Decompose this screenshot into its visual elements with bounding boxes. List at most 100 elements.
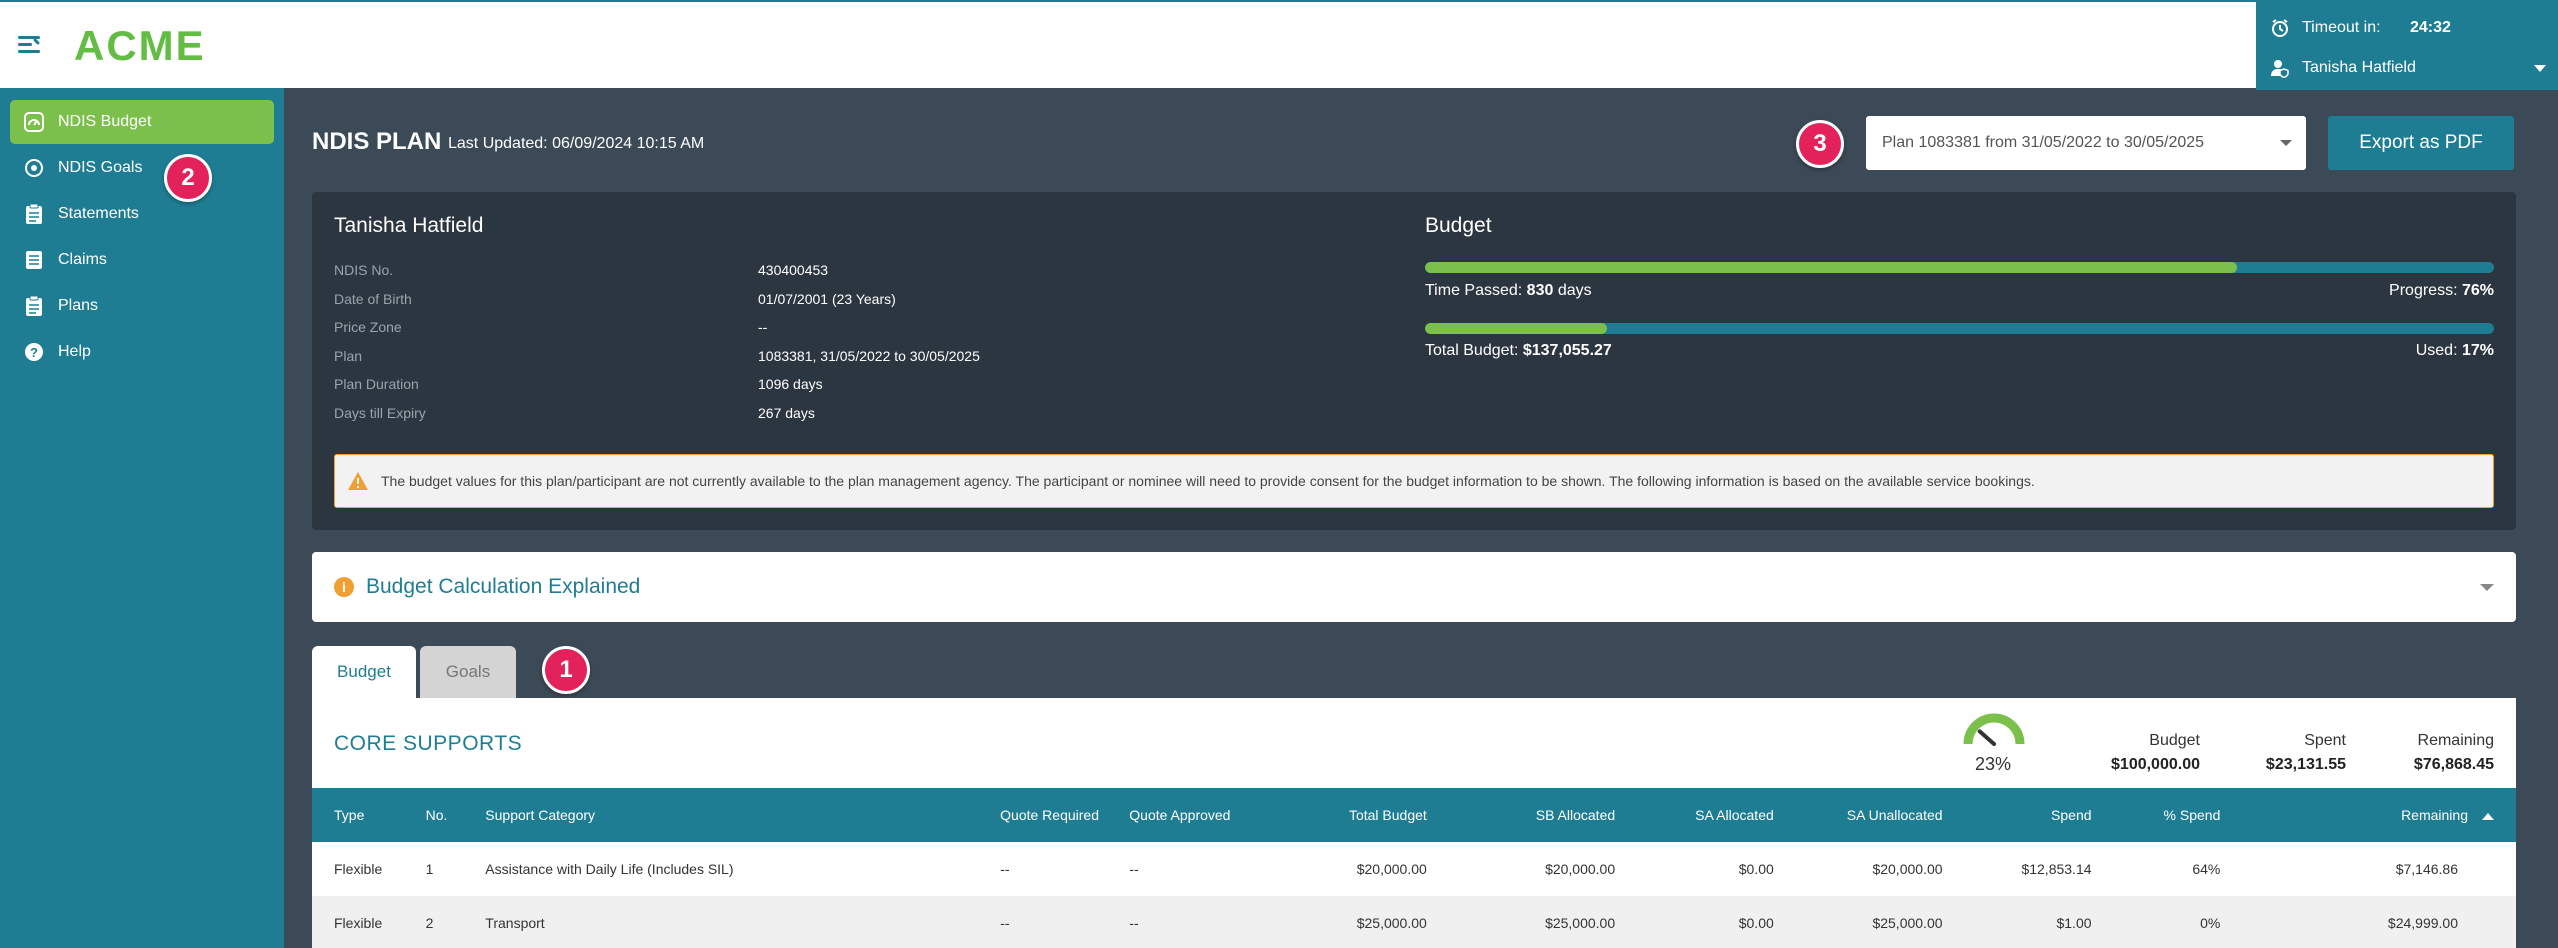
tab-budget[interactable]: Budget (312, 646, 416, 698)
session-panel: Timeout in: 24:32 Tanisha Hatfield (2256, 2, 2558, 90)
alarm-clock-icon (2272, 19, 2288, 37)
column-header[interactable]: Support Category (475, 788, 990, 842)
column-header[interactable]: SA Unallocated (1784, 788, 1953, 842)
sidebar-item-ndis-budget[interactable]: NDIS Budget (10, 100, 274, 144)
plan-info-panel: Tanisha Hatfield NDIS No. 430400453 Date… (312, 192, 2516, 530)
summary-label: Remaining (2417, 732, 2494, 749)
cell-category: Transport (485, 915, 545, 931)
summary-spent: Spent $23,131.55 (2266, 732, 2346, 774)
cell-no: 1 (425, 861, 434, 877)
field-value: 267 days (758, 405, 815, 421)
table-row[interactable]: Flexible 2 Transport -- -- $25,000.00 $2… (312, 896, 2516, 948)
progress-percent: Progress: 76% (2389, 282, 2494, 299)
menu-collapse-icon[interactable] (18, 36, 41, 54)
plan-select-value: Plan 1083381 from 31/05/2022 to 30/05/20… (1882, 134, 2205, 151)
sort-ascending-icon (2482, 812, 2494, 820)
sidebar: NDIS Budget NDIS Goals Statements Claims… (0, 88, 284, 948)
budget-title: Budget (1425, 214, 1492, 237)
column-header[interactable]: % Spend (2102, 788, 2231, 842)
sidebar-item-label: NDIS Goals (58, 159, 143, 176)
field-label: NDIS No. (334, 262, 394, 278)
callout-badge-2: 2 (164, 154, 212, 202)
field-value: 01/07/2001 (23 Years) (758, 291, 896, 307)
summary-remaining: Remaining $76,868.45 (2414, 732, 2494, 774)
table-row[interactable]: Flexible 1 Assistance with Daily Life (I… (312, 842, 2516, 896)
cell-sa-unallocated: $25,000.00 (1872, 915, 1943, 931)
column-header[interactable]: No. (416, 788, 476, 842)
column-header[interactable]: SB Allocated (1437, 788, 1625, 842)
sidebar-item-statements[interactable]: Statements (10, 192, 274, 236)
sidebar-item-help[interactable]: ? Help (10, 330, 274, 374)
column-header[interactable]: Total Budget (1288, 788, 1437, 842)
sidebar-item-label: Statements (58, 205, 139, 222)
summary-value: $76,868.45 (2413, 756, 2494, 773)
summary-value: $100,000.00 (2111, 756, 2200, 773)
callout-badge-1: 1 (542, 646, 590, 694)
sidebar-item-label: Plans (58, 297, 99, 314)
cell-no: 2 (425, 915, 434, 931)
chevron-down-icon (2534, 64, 2546, 72)
user-shield-icon (2271, 60, 2289, 78)
field-label: Days till Expiry (334, 405, 426, 421)
sidebar-item-label: Help (58, 343, 91, 360)
tab-goals[interactable]: Goals (420, 646, 516, 698)
sidebar-item-label: NDIS Budget (58, 113, 152, 130)
accordion-title: Budget Calculation Explained (366, 575, 641, 598)
column-header[interactable]: SA Allocated (1625, 788, 1784, 842)
summary-label: Budget (2149, 732, 2200, 749)
column-header[interactable]: Type (312, 788, 416, 842)
warning-text: The budget values for this plan/particip… (381, 473, 2035, 489)
user-menu[interactable]: Tanisha Hatfield (2256, 48, 2558, 88)
cell-type: Flexible (334, 915, 383, 931)
section-title: CORE SUPPORTS (334, 732, 523, 755)
export-pdf-button[interactable]: Export as PDF (2328, 116, 2514, 170)
cell-percent-spend: 64% (2192, 861, 2221, 877)
budget-used-fill (1425, 323, 1607, 334)
summary-label: Spent (2304, 732, 2346, 749)
field-value: -- (758, 319, 768, 335)
column-header-remaining[interactable]: Remaining (2230, 788, 2516, 842)
cell-spend: $1.00 (2056, 915, 2092, 931)
sidebar-item-claims[interactable]: Claims (10, 238, 274, 282)
time-progress-bar (1425, 262, 2494, 273)
summary-budget: Budget $100,000.00 (2111, 732, 2200, 774)
column-header[interactable]: Quote Required (990, 788, 1119, 842)
cell-total-budget: $25,000.00 (1356, 915, 1427, 931)
core-supports-table: Type No. Support Category Quote Required… (312, 788, 2516, 948)
time-progress-fill (1425, 262, 2238, 273)
timeout-row: Timeout in: 24:32 (2256, 8, 2558, 48)
field-label: Price Zone (334, 319, 402, 335)
budget-explained-accordion[interactable]: i Budget Calculation Explained (312, 552, 2516, 622)
warning-icon (348, 472, 368, 490)
user-name: Tanisha Hatfield (2302, 59, 2416, 76)
cell-percent-spend: 0% (2200, 915, 2221, 931)
clipboard-icon (24, 296, 44, 316)
app-logo: ACME (74, 22, 206, 69)
total-budget: Total Budget: $137,055.27 (1425, 342, 1612, 359)
last-updated: Last Updated: 06/09/2024 10:15 AM (448, 135, 705, 152)
gauge-needle (1977, 729, 1996, 746)
svg-text:?: ? (30, 345, 38, 360)
field-value: 430400453 (758, 262, 829, 278)
cell-category: Assistance with Daily Life (Includes SIL… (485, 861, 734, 877)
info-icon: i (334, 577, 354, 597)
field-label: Plan (334, 348, 363, 364)
gauge-percent: 23% (1974, 754, 2012, 774)
cell-type: Flexible (334, 861, 383, 877)
consent-warning: The budget values for this plan/particip… (334, 454, 2494, 508)
budget-used-bar (1425, 323, 2494, 334)
column-header[interactable]: Quote Approved (1119, 788, 1288, 842)
callout-badge-3: 3 (1796, 120, 1844, 168)
cell-sa-allocated: $0.00 (1738, 861, 1774, 877)
cell-sb-allocated: $20,000.00 (1545, 861, 1616, 877)
time-passed: Time Passed: 830 days (1425, 282, 1592, 299)
cell-sa-allocated: $0.00 (1738, 915, 1774, 931)
gauge-icon (24, 112, 44, 132)
table-header-row: Type No. Support Category Quote Required… (312, 788, 2516, 842)
column-header[interactable]: Spend (1953, 788, 2102, 842)
sidebar-item-plans[interactable]: Plans (10, 284, 274, 328)
cell-sb-allocated: $25,000.00 (1545, 915, 1616, 931)
sidebar-item-ndis-goals[interactable]: NDIS Goals (10, 146, 274, 190)
spend-gauge (1963, 713, 2025, 746)
plan-select[interactable]: Plan 1083381 from 31/05/2022 to 30/05/20… (1866, 116, 2306, 170)
